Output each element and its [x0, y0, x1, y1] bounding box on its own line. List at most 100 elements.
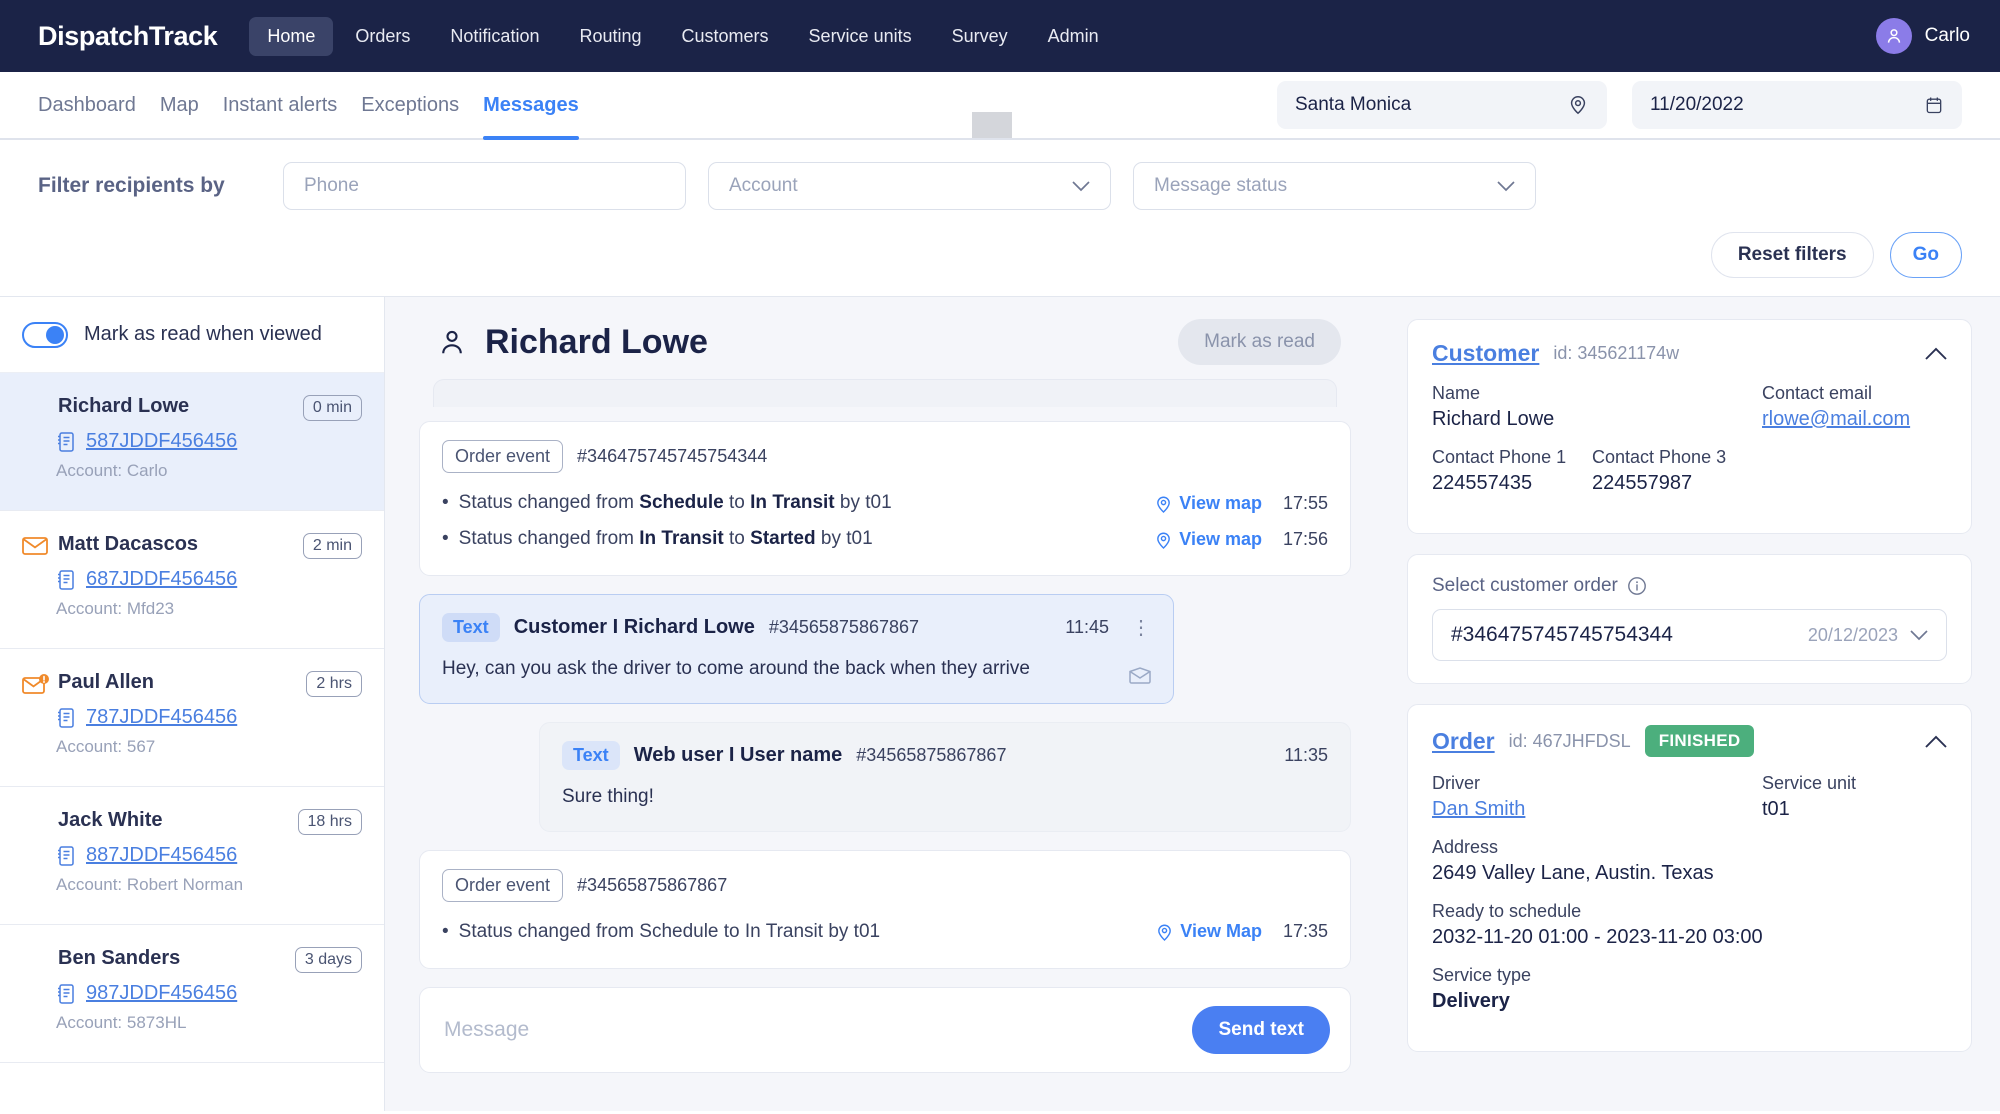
app-logo[interactable]: DispatchTrack: [38, 21, 218, 52]
thread-scroll-area[interactable]: Order event #346475745745754344 • Status …: [419, 379, 1351, 1111]
nav-item-orders[interactable]: Orders: [337, 17, 428, 56]
list-item[interactable]: Richard Lowe 0 min 587JDDF456456 Account…: [0, 373, 384, 511]
order-card: Order id: 467JHFDSL FINISHED Driver Dan …: [1407, 704, 1972, 1052]
conversation-header: Jack White 18 hrs: [22, 809, 362, 835]
message-bubble-outbound[interactable]: Text Web user I User name #3456587586786…: [539, 721, 1351, 832]
tab-exceptions[interactable]: Exceptions: [349, 72, 471, 138]
order-doc-icon: [56, 707, 76, 729]
customer-phone1-block: Contact Phone 1 224557435: [1432, 447, 1592, 511]
conversation-time-badge: 0 min: [302, 395, 362, 421]
mark-as-read-toggle[interactable]: [22, 321, 68, 348]
date-selector[interactable]: 11/20/2022: [1632, 81, 1962, 129]
conversation-order-link[interactable]: 987JDDF456456: [86, 982, 237, 1005]
conversation-account: Account: Mfd23: [56, 599, 175, 618]
tab-dashboard[interactable]: Dashboard: [38, 72, 148, 138]
conversation-name: Richard Lowe: [58, 395, 190, 417]
drag-handle[interactable]: [972, 112, 1012, 138]
conversation-header: Richard Lowe 0 min: [22, 395, 362, 421]
message-status-filter-placeholder: Message status: [1154, 175, 1288, 196]
order-doc-icon: [56, 845, 76, 867]
order-event-header: Order event #34565875867867: [442, 868, 1328, 902]
message-time: 11:45: [1065, 617, 1109, 637]
customer-link[interactable]: Customer: [1432, 340, 1539, 367]
tab-map[interactable]: Map: [148, 72, 211, 138]
nav-item-service-units[interactable]: Service units: [791, 17, 930, 56]
order-driver-value: Dan Smith: [1432, 798, 1762, 821]
message-composer[interactable]: Message Send text: [419, 986, 1351, 1073]
order-event-time: 17:35: [1282, 921, 1328, 942]
order-service-unit-value: t01: [1762, 798, 1790, 820]
nav-item-home[interactable]: Home: [249, 16, 334, 56]
message-body: Sure thing!: [562, 785, 654, 807]
phone-filter-input[interactable]: Phone: [283, 162, 686, 210]
filter-actions: Reset filters Go: [38, 232, 1962, 278]
nav-item-customers[interactable]: Customers: [664, 17, 787, 56]
location-selector[interactable]: Santa Monica: [1277, 81, 1607, 129]
order-driver-row: Driver Dan Smith Service unit t01: [1432, 773, 1947, 837]
nav-item-notification[interactable]: Notification: [432, 17, 557, 56]
tab-messages[interactable]: Messages: [471, 72, 591, 140]
info-icon[interactable]: [1627, 576, 1647, 596]
user-menu[interactable]: Carlo: [1875, 18, 1970, 54]
top-navigation-bar: DispatchTrack Home Orders Notification R…: [0, 0, 2000, 72]
chevron-up-icon[interactable]: [1925, 347, 1947, 360]
customer-email-link[interactable]: rlowe@mail.com: [1762, 408, 1910, 430]
customer-order-select[interactable]: #346475745745754344 20/12/2023: [1432, 609, 1947, 661]
conversation-status-icon-slot: [22, 947, 56, 950]
message-bubble-inbound[interactable]: Text Customer I Richard Lowe #3456587586…: [419, 594, 1174, 704]
list-item[interactable]: Jack White 18 hrs 887JDDF456456 Account:…: [0, 787, 384, 925]
message-header: Text Customer I Richard Lowe #3456587586…: [442, 613, 1151, 642]
account-filter-placeholder: Account: [729, 175, 798, 196]
sub-nav-links: Dashboard Map Instant alerts Exceptions …: [38, 72, 591, 140]
nav-item-admin[interactable]: Admin: [1030, 17, 1117, 56]
mark-as-read-button[interactable]: Mark as read: [1178, 319, 1341, 365]
user-name: Carlo: [1924, 25, 1970, 46]
order-event-header: Order event #346475745745754344: [442, 440, 1328, 473]
message-time: 11:35: [1284, 744, 1328, 765]
conversation-order: 787JDDF456456: [56, 706, 362, 729]
view-map-label: View map: [1179, 528, 1262, 549]
message-options-icon[interactable]: ⋮: [1123, 618, 1151, 638]
order-link[interactable]: Order: [1432, 728, 1495, 755]
view-map-link[interactable]: View Map: [1156, 921, 1262, 942]
list-item[interactable]: Matt Dacascos 2 min 687JDDF456456 Accoun…: [0, 511, 384, 649]
go-button[interactable]: Go: [1889, 232, 1962, 278]
conversation-order-link[interactable]: 587JDDF456456: [86, 430, 237, 453]
view-map-link[interactable]: View map: [1155, 493, 1262, 514]
conversation-order: 987JDDF456456: [56, 982, 362, 1005]
location-pin-icon: [1567, 94, 1589, 116]
conversation-header: Paul Allen 2 hrs: [22, 671, 362, 697]
select-customer-order-label: Select customer order: [1432, 575, 1618, 596]
nav-item-routing[interactable]: Routing: [561, 17, 659, 56]
customer-phone3-block: Contact Phone 3 224557987: [1592, 447, 1947, 511]
list-item[interactable]: Ben Sanders 3 days 987JDDF456456 Account…: [0, 925, 384, 1063]
phone-filter-placeholder: Phone: [304, 175, 359, 196]
view-map-link[interactable]: View map: [1155, 529, 1262, 550]
bullet-icon: •: [442, 528, 449, 549]
map-pin-icon: [1155, 494, 1172, 513]
chevron-up-icon[interactable]: [1925, 735, 1947, 748]
main-content-area: Mark as read when viewed Richard Lowe 0 …: [0, 297, 2000, 1111]
send-text-button[interactable]: Send text: [1192, 1005, 1330, 1054]
message-type-tag: Text: [562, 740, 620, 770]
customer-order-value: #346475745745754344: [1451, 623, 1673, 646]
conversation-order-link[interactable]: 887JDDF456456: [86, 844, 237, 867]
top-nav-links: Home Orders Notification Routing Custome…: [249, 16, 1117, 56]
list-item[interactable]: Paul Allen 2 hrs 787JDDF456456 Account: …: [0, 649, 384, 787]
reset-filters-button[interactable]: Reset filters: [1710, 232, 1874, 278]
view-map-label: View map: [1179, 492, 1262, 513]
details-panel: Customer id: 345621174w Name Richard Low…: [1385, 297, 2000, 1111]
message-status-filter-select[interactable]: Message status: [1133, 162, 1536, 210]
order-event-text: • Status changed from In Transit to Start…: [442, 528, 873, 549]
account-filter-select[interactable]: Account: [708, 162, 1111, 210]
tab-instant-alerts[interactable]: Instant alerts: [211, 72, 350, 138]
conversation-order-link[interactable]: 787JDDF456456: [86, 706, 237, 729]
order-event-card: Order event #34565875867867 • Status chan…: [419, 849, 1351, 969]
customer-phone1-value: 224557435: [1432, 472, 1533, 494]
conversation-order-link[interactable]: 687JDDF456456: [86, 568, 237, 591]
order-driver-link[interactable]: Dan Smith: [1432, 798, 1525, 820]
order-event-badge: Order event: [442, 440, 564, 473]
message-order-id: #34565875867867: [768, 617, 920, 637]
order-card-header: Order id: 467JHFDSL FINISHED: [1432, 725, 1947, 757]
nav-item-survey[interactable]: Survey: [934, 17, 1026, 56]
